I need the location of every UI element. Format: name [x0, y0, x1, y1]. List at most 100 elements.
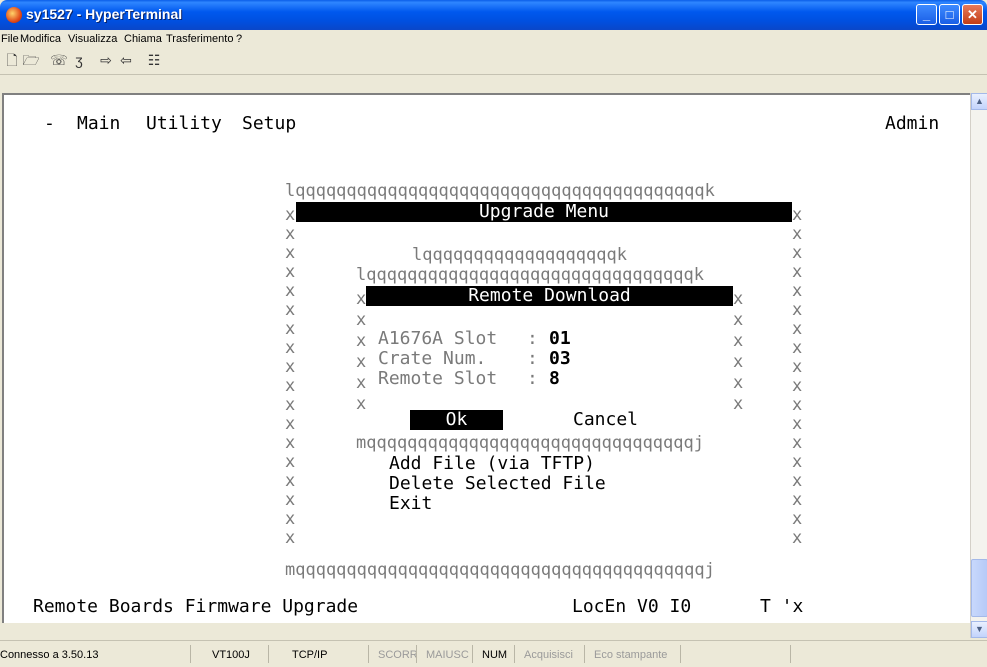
- menu-modifica[interactable]: Modifica: [20, 33, 61, 45]
- box-border-char: x: [285, 357, 296, 377]
- box-border-char: x: [792, 243, 803, 263]
- box-border-char: x: [733, 331, 744, 351]
- box-border-char: x: [733, 394, 744, 414]
- hyperterminal-icon: [6, 7, 22, 23]
- menu-utility[interactable]: Utility: [146, 114, 222, 134]
- field-sep: :: [527, 368, 538, 389]
- scroll-lock-status: SCORR: [378, 649, 418, 661]
- inner-box-top: lqqqqqqqqqqqqqqqqqqqqqqqqqqqqqqqqk: [356, 265, 704, 285]
- disconnect-icon[interactable]: ʒ: [70, 51, 88, 69]
- open-icon[interactable]: 🗁: [22, 51, 40, 69]
- inner-box-bottom: mqqqqqqqqqqqqqqqqqqqqqqqqqqqqqqqqj: [356, 433, 704, 453]
- box-border-char: x: [733, 289, 744, 309]
- field-sep: :: [527, 328, 538, 349]
- box-border-char: x: [792, 338, 803, 358]
- menu-main[interactable]: Main: [77, 114, 120, 134]
- print-echo-status: Eco stampante: [594, 649, 668, 661]
- menu-setup[interactable]: Setup: [242, 114, 296, 134]
- properties-icon[interactable]: ☷: [145, 51, 163, 69]
- scroll-up-icon[interactable]: ▲: [971, 93, 987, 110]
- menu-exit[interactable]: Exit: [389, 494, 432, 514]
- scroll-thumb[interactable]: [971, 559, 987, 617]
- box-border-char: x: [792, 509, 803, 529]
- box-border-char: x: [792, 376, 803, 396]
- box-border-char: x: [733, 310, 744, 330]
- box-border-char: x: [285, 528, 296, 548]
- box-border-char: x: [285, 414, 296, 434]
- box-border-char: x: [792, 452, 803, 472]
- menu-trasferimento[interactable]: Trasferimento: [166, 33, 233, 45]
- terminal-screen[interactable]: [2, 93, 972, 623]
- box-border-char: x: [285, 319, 296, 339]
- num-lock-status: NUM: [482, 649, 508, 661]
- status-bar: Connesso a 3.50.13 VT100J TCP/IP SCORR M…: [0, 640, 987, 667]
- menu-chiama[interactable]: Chiama: [124, 33, 162, 45]
- inner-box-top-small: lqqqqqqqqqqqqqqqqqqqk: [412, 245, 627, 265]
- field-value-slot[interactable]: 01: [549, 329, 571, 349]
- box-border-char: x: [792, 395, 803, 415]
- box-border-char: x: [285, 205, 296, 225]
- menu-add-file[interactable]: Add File (via TFTP): [389, 454, 595, 474]
- box-border-char: x: [792, 224, 803, 244]
- menu-file[interactable]: File: [1, 33, 19, 45]
- window-title: sy1527 - HyperTerminal: [26, 6, 183, 22]
- field-label-remote-slot: Remote Slot: [378, 368, 498, 389]
- box-border-char: x: [285, 262, 296, 282]
- box-border-char: x: [792, 357, 803, 377]
- menu-help[interactable]: ?: [236, 33, 242, 45]
- box-border-char: x: [792, 414, 803, 434]
- vertical-scrollbar[interactable]: ▲ ▼: [970, 93, 987, 638]
- box-border-char: x: [792, 471, 803, 491]
- status-line-left: Remote Boards Firmware Upgrade: [33, 596, 359, 617]
- box-border-char: x: [792, 281, 803, 301]
- minimize-button[interactable]: _: [916, 4, 937, 25]
- menu-delete-file[interactable]: Delete Selected File: [389, 474, 606, 494]
- field-sep: :: [527, 348, 538, 369]
- box-border-char: x: [285, 452, 296, 472]
- box-border-char: x: [356, 352, 367, 372]
- capture-status: Acquisisci: [524, 649, 573, 661]
- status-line-indicators: LocEn V0 I0: [572, 596, 692, 617]
- box-border-char: x: [792, 300, 803, 320]
- box-border-char: x: [285, 509, 296, 529]
- receive-icon[interactable]: ⇦: [117, 51, 135, 69]
- box-border-char: x: [285, 395, 296, 415]
- box-border-char: x: [356, 310, 367, 330]
- box-border-char: x: [792, 490, 803, 510]
- phone-icon[interactable]: ☏: [50, 51, 68, 69]
- box-border-char: x: [792, 262, 803, 282]
- field-value-crate[interactable]: 03: [549, 349, 571, 369]
- connection-status: Connesso a 3.50.13: [0, 649, 99, 661]
- close-button[interactable]: ✕: [962, 4, 983, 25]
- user-role: Admin: [885, 113, 940, 134]
- send-icon[interactable]: ⇨: [97, 51, 115, 69]
- remote-download-title: Remote Download: [366, 286, 733, 306]
- caps-lock-status: MAIUSC: [426, 649, 469, 661]
- field-label-crate: Crate Num.: [378, 348, 487, 369]
- outer-box-bottom: mqqqqqqqqqqqqqqqqqqqqqqqqqqqqqqqqqqqqqqq…: [285, 560, 715, 580]
- box-border-char: x: [792, 319, 803, 339]
- cancel-button[interactable]: Cancel: [573, 410, 638, 430]
- title-bar[interactable]: sy1527 - HyperTerminal _ □ ✕: [0, 0, 987, 30]
- box-border-char: x: [356, 331, 367, 351]
- box-border-char: x: [356, 373, 367, 393]
- scroll-down-icon[interactable]: ▼: [971, 621, 987, 638]
- box-border-char: x: [792, 433, 803, 453]
- protocol-status: TCP/IP: [292, 649, 328, 661]
- box-border-char: x: [285, 300, 296, 320]
- box-border-char: x: [285, 490, 296, 510]
- menu-visualizza[interactable]: Visualizza: [68, 33, 117, 45]
- ok-button[interactable]: Ok: [410, 410, 503, 430]
- field-value-remote-slot[interactable]: 8: [549, 369, 560, 389]
- box-border-char: x: [285, 338, 296, 358]
- box-border-char: x: [285, 471, 296, 491]
- box-border-char: x: [285, 376, 296, 396]
- box-border-char: x: [792, 205, 803, 225]
- toolbar: 🗋 🗁 ☏ ʒ ⇨ ⇦ ☷: [0, 48, 987, 75]
- new-icon[interactable]: 🗋: [3, 51, 21, 69]
- status-line-right: T 'x: [760, 596, 804, 617]
- menu-dash: -: [44, 113, 55, 134]
- maximize-button[interactable]: □: [939, 4, 960, 25]
- outer-box-top: lqqqqqqqqqqqqqqqqqqqqqqqqqqqqqqqqqqqqqqq…: [285, 181, 715, 201]
- box-border-char: x: [733, 352, 744, 372]
